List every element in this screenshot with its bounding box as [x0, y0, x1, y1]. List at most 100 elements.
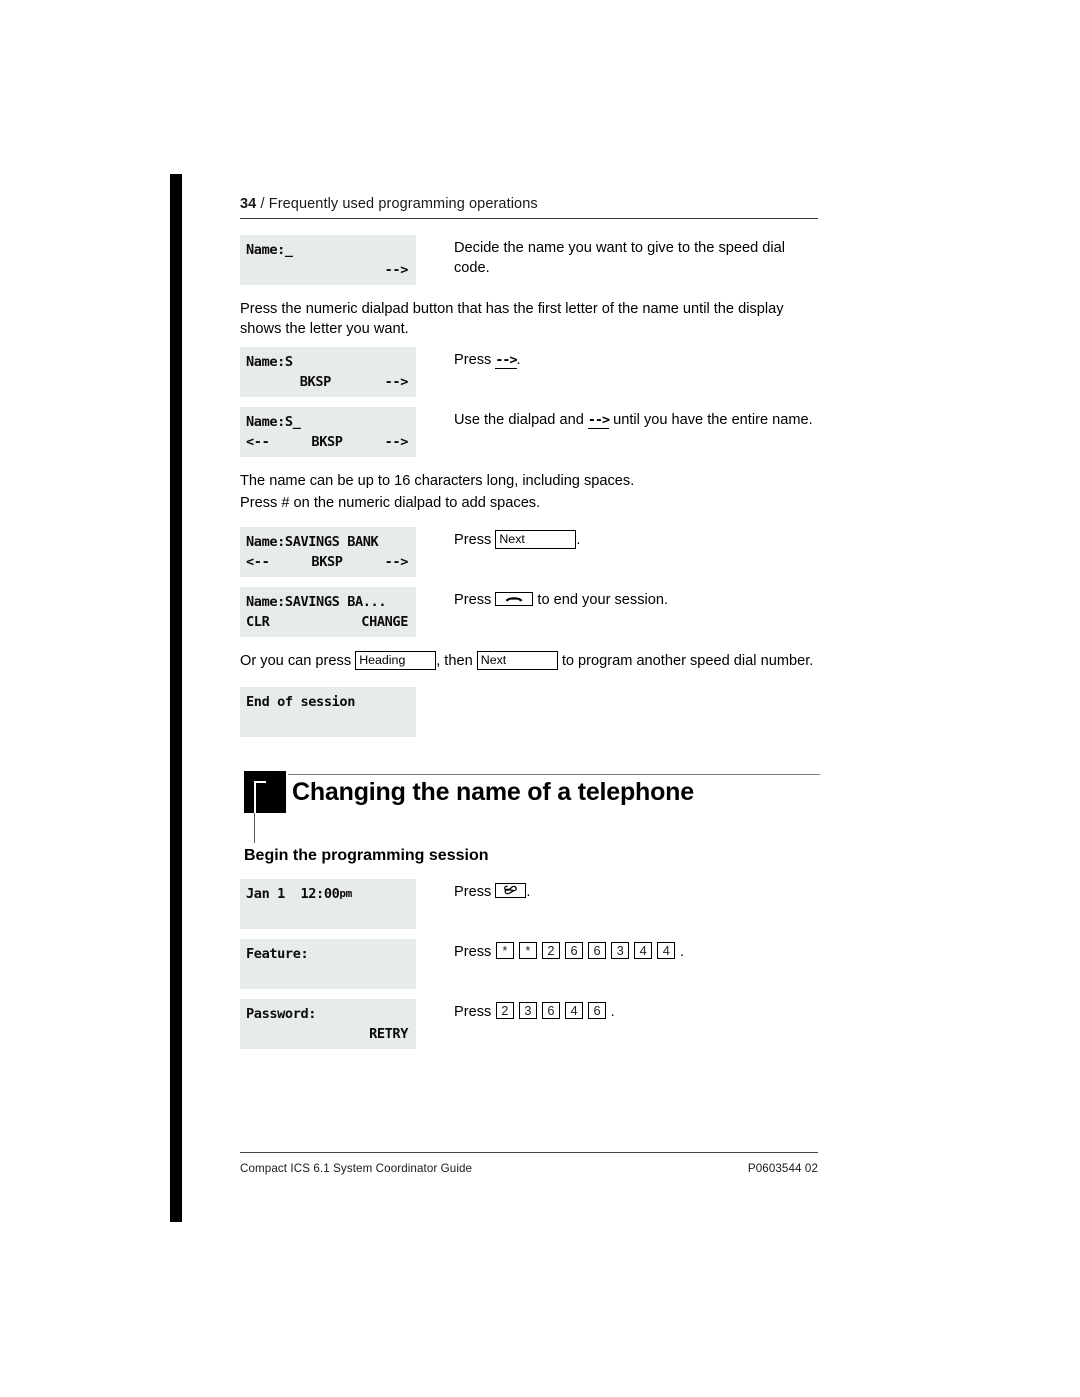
step-instruction: Press to end your session.: [416, 587, 820, 610]
display-line-2: [246, 712, 408, 732]
display-line-1-left: Jan 1 12:00: [246, 886, 340, 902]
right-arrow-softkey-token: -->: [587, 413, 610, 429]
instruction-prefix: Press: [454, 592, 496, 608]
dialpad-key-2[interactable]: 2: [495, 1002, 514, 1019]
display-line-1: Feature:: [246, 944, 408, 964]
instruction-suffix: .: [576, 532, 581, 548]
step-row: Name:SAVINGS BA... CLR CHANGE Press to e…: [240, 587, 820, 637]
display-softkey-right: -->: [384, 374, 409, 390]
instruction-prefix: Press: [454, 532, 496, 548]
display-line-1-left: End of session: [246, 694, 355, 710]
step-instruction: [416, 687, 820, 690]
dialpad-key-3[interactable]: 3: [611, 942, 630, 959]
phone-display: Name:S_ <-- BKSP -->: [240, 407, 416, 457]
page-number: 34: [240, 196, 257, 212]
display-line-2: [246, 964, 408, 984]
display-line-1: Name:SAVINGS BA...: [246, 592, 408, 612]
dialpad-key-sequence: 2 3 6 4 6: [495, 1002, 610, 1020]
page-sheet: 34 / Frequently used programming operati…: [0, 0, 1080, 1397]
feature-key[interactable]: [495, 883, 527, 898]
instruction-suffix: until you have the entire name.: [609, 412, 813, 428]
step-row: Name:S BKSP --> Press -->.: [240, 347, 820, 397]
display-softkey-left: CLR: [246, 614, 270, 630]
step-row: Name:S_ <-- BKSP --> Use the dialpad and…: [240, 407, 820, 457]
page-footer: Compact ICS 6.1 System Coordinator Guide…: [240, 1152, 818, 1175]
display-softkey-right: -->: [384, 434, 409, 450]
step-row: Feature: Press * * 2 6 6 3 4 4 .: [240, 939, 820, 989]
step-row: Name:SAVINGS BANK <-- BKSP --> Press Nex…: [240, 527, 820, 577]
display-softkey-right: -->: [384, 554, 409, 570]
display-line-1: Name:SAVINGS BANK: [246, 532, 408, 552]
dialpad-key-4[interactable]: 4: [634, 942, 653, 959]
display-softkey-right: -->: [384, 262, 409, 278]
header-rule: [240, 218, 818, 219]
display-line-2: [246, 904, 408, 924]
phone-display: Name:SAVINGS BANK <-- BKSP -->: [240, 527, 416, 577]
display-line-1: Password:: [246, 1004, 408, 1024]
display-line-1: Jan 1 12:00 pm: [246, 884, 408, 904]
paragraph-name-length-1: The name can be up to 16 characters long…: [240, 473, 635, 489]
step-row: Name:_ --> Decide the name you want to g…: [240, 235, 820, 285]
instruction-prefix: Use the dialpad and: [454, 412, 588, 428]
footer-guide-title: Compact ICS 6.1 System Coordinator Guide: [240, 1162, 473, 1175]
display-line-2: <-- BKSP -->: [246, 552, 408, 572]
step-instruction: Press -->.: [416, 347, 820, 371]
display-line-1: End of session: [246, 692, 408, 712]
phone-display: Jan 1 12:00 pm: [240, 879, 416, 929]
paragraph-dialpad-first-letter: Press the numeric dialpad button that ha…: [240, 301, 784, 337]
dialpad-key-star[interactable]: *: [495, 942, 514, 959]
step-instruction: Press * * 2 6 6 3 4 4 .: [416, 939, 820, 962]
dialpad-key-4[interactable]: 4: [657, 942, 676, 959]
instruction-prefix: Press: [454, 1004, 496, 1020]
next-key[interactable]: Next: [495, 530, 577, 549]
display-line-1-left: Name:SAVINGS BANK: [246, 534, 379, 550]
display-line-2: <-- BKSP -->: [246, 432, 408, 452]
section-title: Changing the name of a telephone: [292, 778, 694, 806]
step-instruction: Press .: [416, 879, 820, 902]
display-softkey-left: <--: [246, 434, 270, 450]
display-line-1-ampm: pm: [339, 887, 352, 900]
dialpad-key-4[interactable]: 4: [565, 1002, 584, 1019]
phone-display: End of session: [240, 687, 416, 737]
step-row: Jan 1 12:00 pm Press .: [240, 879, 820, 929]
dialpad-key-6[interactable]: 6: [565, 942, 584, 959]
footer-rule: [240, 1152, 818, 1153]
dialpad-key-6[interactable]: 6: [588, 942, 607, 959]
page-edge-marker-bar: [170, 174, 182, 1222]
display-softkey-right: CHANGE: [361, 614, 408, 630]
display-line-2: CLR CHANGE: [246, 612, 408, 632]
display-line-1: Name:S: [246, 352, 408, 372]
footer-document-number: P0603544 02: [747, 1162, 818, 1175]
instruction-suffix: .: [526, 884, 531, 900]
next-key[interactable]: Next: [476, 651, 558, 670]
dialpad-key-3[interactable]: 3: [518, 1002, 537, 1019]
footer-row: Compact ICS 6.1 System Coordinator Guide…: [240, 1162, 818, 1175]
running-head-label: / Frequently used programming operations: [260, 196, 538, 212]
page-content: 34 / Frequently used programming operati…: [240, 196, 820, 1059]
running-head: 34 / Frequently used programming operati…: [240, 196, 820, 218]
section-subheading: Begin the programming session: [244, 847, 489, 864]
dialpad-key-6[interactable]: 6: [588, 1002, 607, 1019]
right-arrow-softkey-token: -->: [495, 353, 518, 369]
phone-display: Name:S BKSP -->: [240, 347, 416, 397]
display-line-1-left: Name:S: [246, 354, 293, 370]
dialpad-key-2[interactable]: 2: [541, 942, 560, 959]
display-line-2: BKSP -->: [246, 372, 409, 392]
step-instruction: Decide the name you want to give to the …: [454, 240, 786, 276]
dialpad-key-star[interactable]: *: [518, 942, 537, 959]
instruction-suffix: .: [516, 352, 521, 368]
step-row: Password: RETRY Press 2 3 6 4 6 .: [240, 999, 820, 1049]
section-rule: [288, 774, 820, 775]
dialpad-key-6[interactable]: 6: [541, 1002, 560, 1019]
display-line-1-left: Name:_: [246, 242, 293, 258]
release-handset-key[interactable]: [495, 592, 534, 606]
step-instruction: Press 2 3 6 4 6 .: [416, 999, 820, 1022]
instruction-prefix: Or you can press: [240, 653, 356, 669]
section-heading: Changing the name of a telephone: [240, 769, 820, 843]
step-row: End of session: [240, 687, 820, 737]
heading-key[interactable]: Heading: [355, 651, 437, 670]
display-softkey-center: BKSP: [311, 554, 343, 570]
instruction-prefix: Press: [454, 352, 496, 368]
paragraph-name-length-2: Press # on the numeric dialpad to add sp…: [240, 495, 541, 511]
phone-display: Password: RETRY: [240, 999, 416, 1049]
